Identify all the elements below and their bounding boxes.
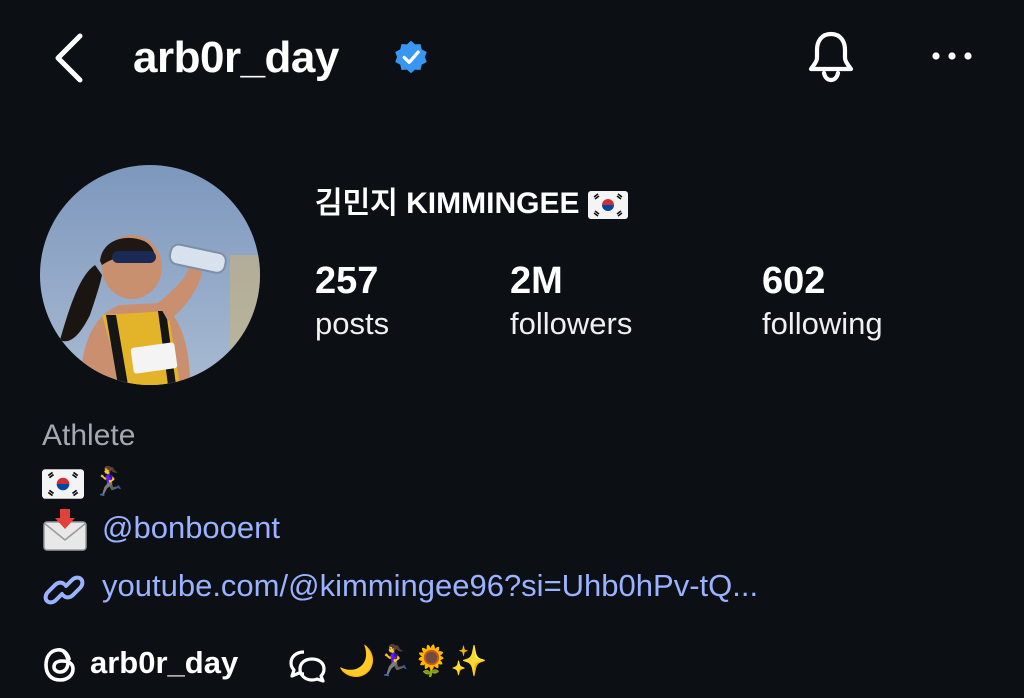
- envelope-icon: [43, 509, 87, 551]
- header-username: arb0r_day: [133, 33, 339, 82]
- threads-emoji: 🌙🏃‍♀️🌻✨: [338, 645, 488, 678]
- back-button[interactable]: [50, 30, 94, 86]
- mention-link[interactable]: @bonbooent: [102, 508, 280, 548]
- followers-count: 2M: [510, 260, 563, 302]
- followers-label: followers: [510, 306, 633, 341]
- external-link[interactable]: youtube.com/@kimmingee96?si=Uhb0hPv-tQ..…: [102, 566, 758, 606]
- threads-chat-icon: [289, 650, 326, 683]
- link-icon: [43, 575, 85, 605]
- display-name-text: 김민지 KIMMINGEE: [315, 187, 580, 220]
- following-count: 602: [762, 260, 826, 302]
- more-icon: [932, 52, 972, 60]
- threads-username: arb0r_day: [90, 645, 239, 680]
- followers-stat[interactable]: 2M followers: [510, 258, 632, 344]
- profile-avatar[interactable]: [40, 165, 260, 385]
- following-label: following: [762, 306, 883, 341]
- bell-icon: [808, 31, 854, 83]
- display-name: 김민지 KIMMINGEE: [315, 182, 628, 226]
- following-stat[interactable]: 602 following: [762, 258, 883, 344]
- posts-label: posts: [315, 306, 390, 341]
- avatar-photo: [40, 165, 260, 385]
- bio-category: Athlete: [42, 419, 136, 452]
- running-emoji: 🏃‍♀️: [91, 466, 127, 497]
- back-icon: [55, 33, 83, 83]
- korea-flag-icon: [587, 191, 628, 220]
- notifications-button[interactable]: [800, 25, 862, 87]
- posts-count: 257: [315, 260, 379, 302]
- korea-flag-icon: [42, 468, 84, 499]
- verified-badge-icon: [395, 40, 427, 74]
- threads-icon: [44, 648, 75, 682]
- profile-header: arb0r_day: [0, 0, 1024, 120]
- posts-stat[interactable]: 257 posts: [315, 258, 389, 344]
- bio-emoji-line: 🏃‍♀️: [42, 460, 127, 504]
- more-options-button[interactable]: [928, 40, 976, 72]
